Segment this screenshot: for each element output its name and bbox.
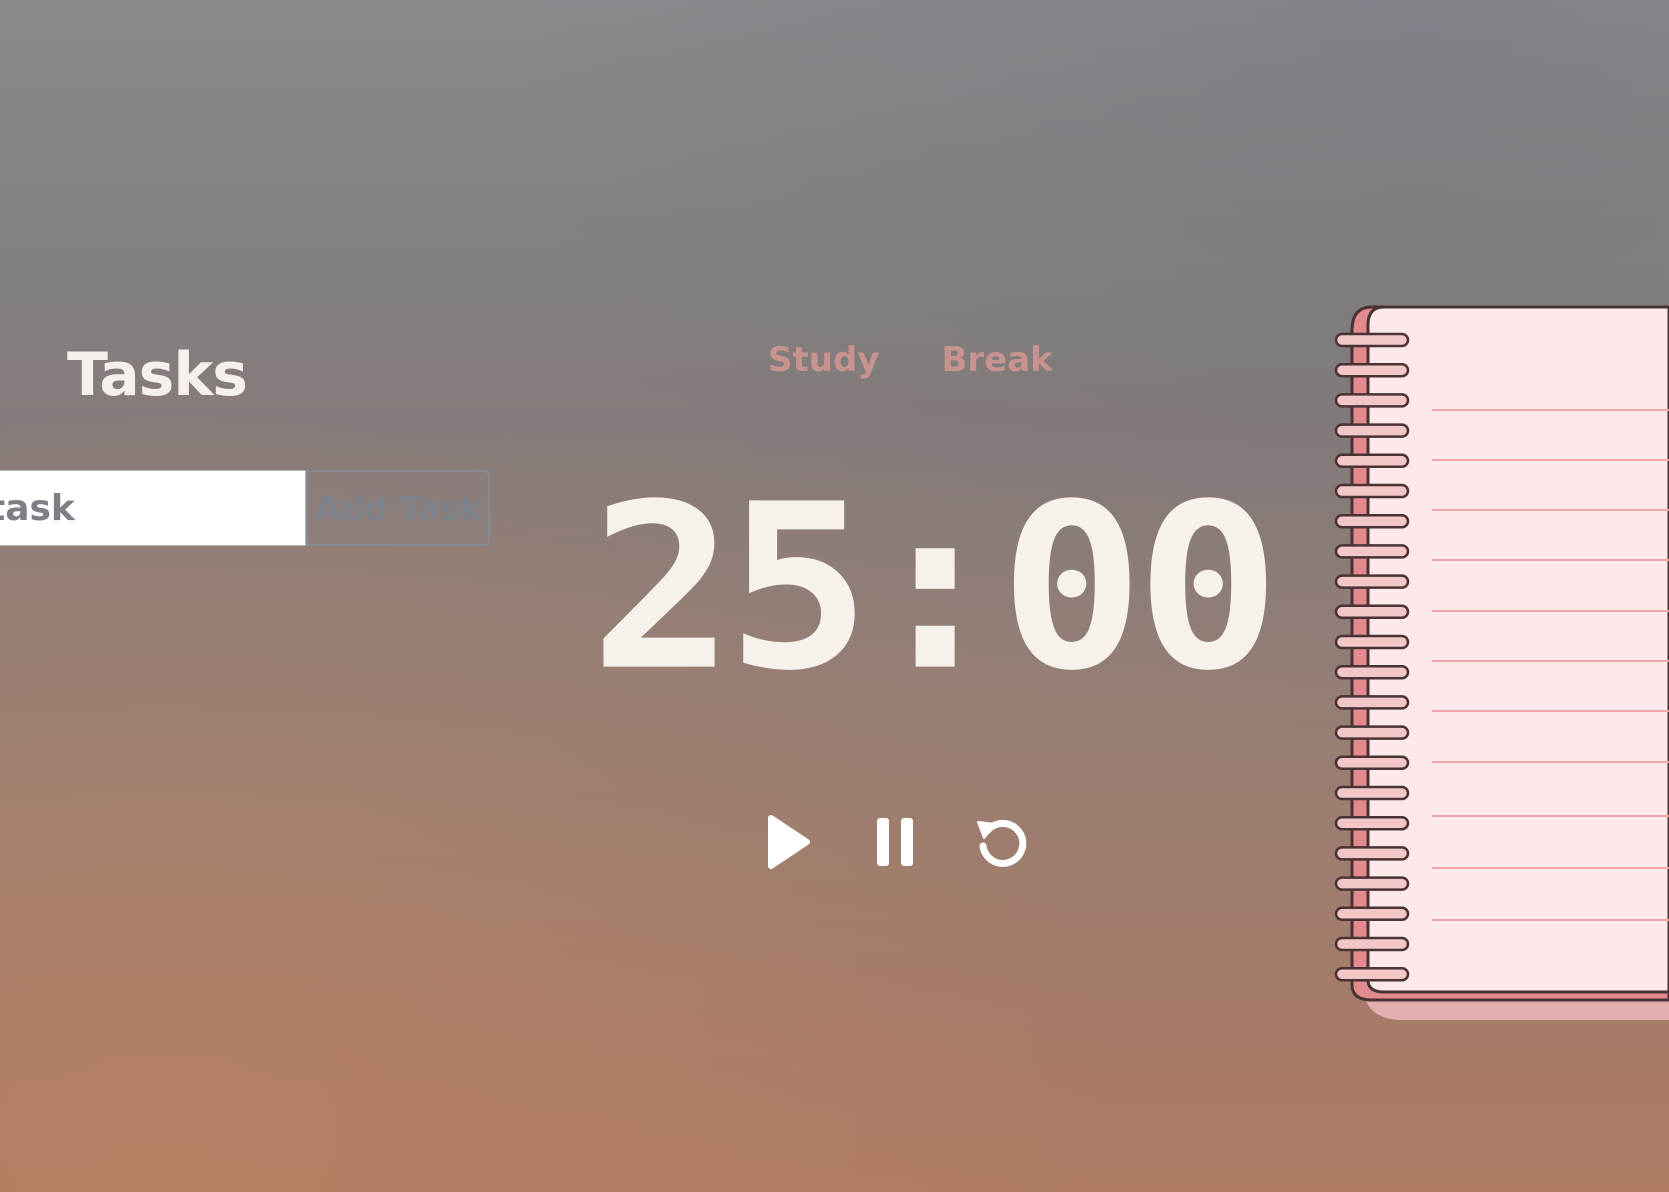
notebook-ring [1334, 634, 1410, 650]
notebook-illustration [1334, 305, 1669, 1020]
tasks-title: Tasks [67, 340, 248, 410]
task-input[interactable] [0, 470, 306, 546]
mode-tabs: Study Break [768, 338, 1053, 382]
notebook-ring [1334, 695, 1410, 710]
notebook-ring [1334, 362, 1410, 378]
notebook-ring [1334, 513, 1410, 529]
pause-icon [877, 818, 913, 866]
notebook-ring [1334, 544, 1410, 559]
notebook-ring [1334, 423, 1410, 438]
notebook-ring [1334, 936, 1410, 952]
timer-controls [758, 812, 1032, 872]
add-task-button[interactable]: Add Task [306, 470, 490, 546]
reset-button[interactable] [972, 812, 1032, 872]
task-form: Add Task [0, 470, 490, 546]
notebook-ring [1334, 664, 1410, 680]
notebook-ring [1334, 332, 1410, 348]
notebook-ring [1334, 755, 1410, 771]
notebook-ring [1334, 966, 1410, 982]
notebook-ring [1334, 453, 1410, 469]
notebook-ring [1334, 785, 1410, 801]
notebook-ring [1334, 906, 1410, 922]
reset-icon [977, 819, 1027, 867]
notebook-ring [1334, 604, 1410, 620]
notebook-ring [1334, 574, 1410, 589]
notebook-ring [1334, 876, 1410, 891]
notebook-ring [1334, 846, 1410, 861]
notebook-ring [1334, 483, 1410, 499]
play-button[interactable] [758, 812, 818, 872]
tab-break[interactable]: Break [941, 338, 1052, 382]
notebook-ring [1334, 815, 1410, 831]
notebook-ring [1334, 393, 1410, 408]
timer-display: 25:00 [590, 454, 1280, 721]
notebook-ring [1334, 725, 1410, 740]
play-icon [768, 815, 810, 869]
pause-button[interactable] [865, 812, 925, 872]
tab-study[interactable]: Study [768, 338, 879, 382]
